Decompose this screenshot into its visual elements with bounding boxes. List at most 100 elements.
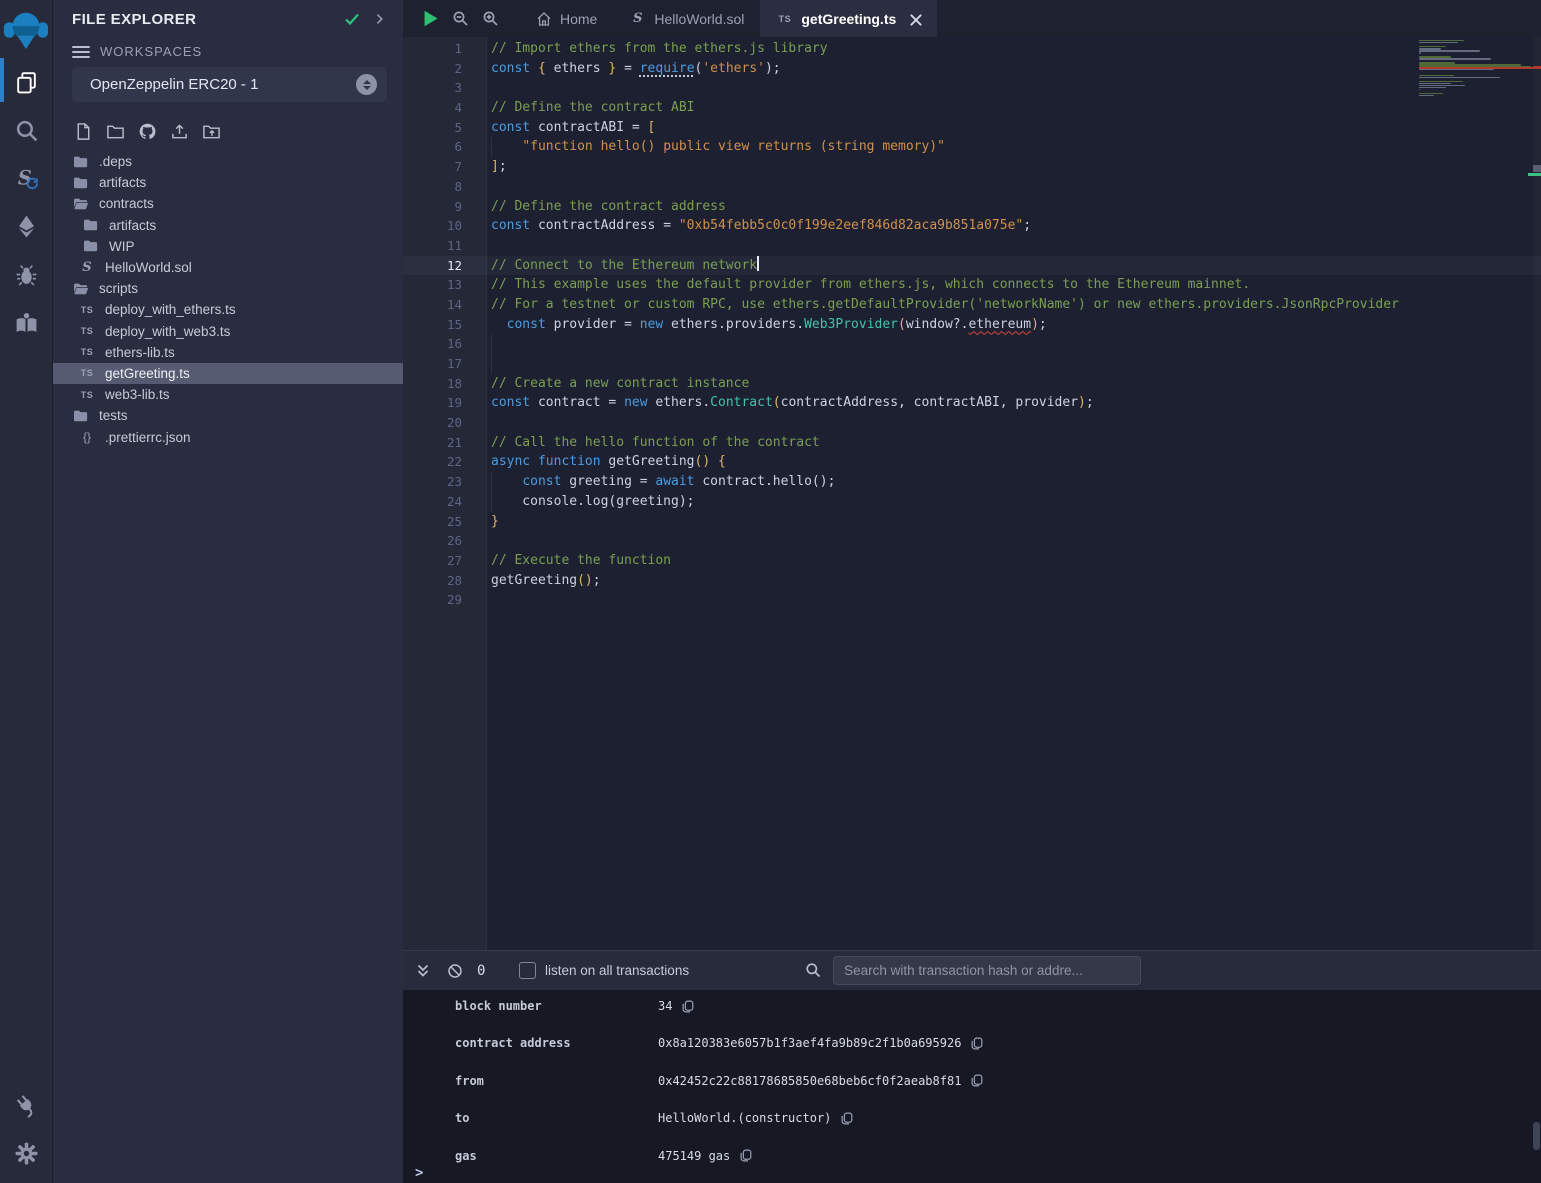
tab-helloworld-sol[interactable]: SHelloWorld.sol: [613, 0, 760, 37]
code-line-7[interactable]: 7];: [403, 157, 1541, 177]
code-line-24[interactable]: 24 console.log(greeting);: [403, 492, 1541, 512]
terminal-collapse-icon[interactable]: [411, 959, 435, 983]
code-line-28[interactable]: 28getGreeting();: [403, 571, 1541, 591]
tree-item-deploy-with-web3-ts[interactable]: TSdeploy_with_web3.ts: [53, 321, 403, 342]
workspace-stepper-icon[interactable]: [356, 74, 377, 95]
upload-folder-icon[interactable]: [202, 122, 221, 141]
listen-all-transactions-checkbox[interactable]: [519, 962, 536, 979]
terminal-scrollbar-thumb[interactable]: [1533, 1122, 1540, 1150]
activity-search-icon[interactable]: [0, 106, 53, 154]
activity-deploy-run-icon[interactable]: [0, 202, 53, 250]
panel-collapse-icon[interactable]: [373, 12, 387, 26]
tree-item--deps[interactable]: .deps: [53, 151, 403, 172]
listen-all-transactions-label[interactable]: listen on all transactions: [545, 963, 689, 978]
code-line-22[interactable]: 22async function getGreeting() {: [403, 452, 1541, 472]
code-line-12[interactable]: 12// Connect to the Ethereum network: [403, 256, 1541, 276]
tree-item-web3-lib-ts[interactable]: TSweb3-lib.ts: [53, 384, 403, 405]
tab-getgreeting-ts[interactable]: TSgetGreeting.ts: [760, 0, 937, 37]
tx-detail-row: toHelloWorld.(constructor): [403, 1111, 1541, 1148]
copy-icon[interactable]: [840, 1112, 853, 1125]
code-line-21[interactable]: 21// Call the hello function of the cont…: [403, 433, 1541, 453]
zoom-in-icon[interactable]: [475, 4, 505, 34]
minimap[interactable]: [1419, 40, 1533, 99]
new-folder-icon[interactable]: [106, 122, 125, 141]
file-tree: .depsartifactscontractsartifactsWIPSHell…: [53, 151, 403, 448]
code-line-27[interactable]: 27// Execute the function: [403, 551, 1541, 571]
code-line-13[interactable]: 13// This example uses the default provi…: [403, 275, 1541, 295]
tab-close-icon[interactable]: [908, 12, 921, 25]
upload-file-icon[interactable]: [170, 122, 189, 141]
minimap-line: [1419, 70, 1533, 71]
line-number: 29: [403, 590, 487, 610]
tree-item-contracts[interactable]: contracts: [53, 193, 403, 214]
line-content: [487, 531, 491, 551]
tree-item--prettierrc-json[interactable]: {}.prettierrc.json: [53, 426, 403, 447]
activity-file-explorer-icon[interactable]: [0, 58, 53, 106]
terminal-prompt[interactable]: >: [415, 1165, 423, 1181]
tree-item-wip[interactable]: WIP: [53, 236, 403, 257]
code-line-26[interactable]: 26: [403, 531, 1541, 551]
code-line-14[interactable]: 14// For a testnet or custom RPC, use et…: [403, 295, 1541, 315]
activity-settings-icon[interactable]: [0, 1129, 53, 1177]
activity-remix-logo-icon[interactable]: [0, 2, 53, 58]
workspace-select[interactable]: OpenZeppelin ERC20 - 1: [72, 67, 387, 102]
code-line-11[interactable]: 11: [403, 236, 1541, 256]
github-icon[interactable]: [138, 122, 157, 141]
new-file-icon[interactable]: [74, 122, 93, 141]
line-content: // Import ethers from the ethers.js libr…: [487, 39, 828, 59]
workspace-ok-icon[interactable]: [343, 10, 361, 28]
activity-solidity-compiler-icon[interactable]: S: [0, 154, 53, 202]
tree-item-getgreeting-ts[interactable]: TSgetGreeting.ts: [53, 363, 403, 384]
tx-detail-row: gas475149 gas: [403, 1149, 1541, 1183]
tree-item-artifacts[interactable]: artifacts: [53, 215, 403, 236]
pending-tx-count: 0: [477, 963, 487, 979]
code-editor[interactable]: 1// Import ethers from the ethers.js lib…: [403, 37, 1541, 950]
tab-home[interactable]: Home: [519, 0, 613, 37]
tree-item-scripts[interactable]: scripts: [53, 278, 403, 299]
minimap-line: [1419, 93, 1443, 94]
code-line-15[interactable]: 15 const provider = new ethers.providers…: [403, 315, 1541, 335]
code-line-9[interactable]: 9// Define the contract address: [403, 197, 1541, 217]
activity-plugin-manager-icon[interactable]: [0, 1081, 53, 1129]
copy-icon[interactable]: [970, 1074, 983, 1087]
minimap-line: [1419, 73, 1533, 74]
editor-scrollbar-thumb[interactable]: [1533, 165, 1541, 172]
code-line-23[interactable]: 23 const greeting = await contract.hello…: [403, 472, 1541, 492]
code-line-10[interactable]: 10const contractAddress = "0xb54febb5c0c…: [403, 216, 1541, 236]
tree-item-helloworld-sol[interactable]: SHelloWorld.sol: [53, 257, 403, 278]
activity-unit-testing-icon[interactable]: [0, 298, 53, 346]
code-line-1[interactable]: 1// Import ethers from the ethers.js lib…: [403, 39, 1541, 59]
code-line-5[interactable]: 5const contractABI = [: [403, 118, 1541, 138]
line-number: 17: [403, 354, 487, 374]
zoom-out-icon[interactable]: [445, 4, 475, 34]
tree-item-tests[interactable]: tests: [53, 405, 403, 426]
code-line-25[interactable]: 25}: [403, 512, 1541, 532]
copy-icon[interactable]: [739, 1149, 752, 1162]
tree-item-artifacts[interactable]: artifacts: [53, 172, 403, 193]
tree-item-deploy-with-ethers-ts[interactable]: TSdeploy_with_ethers.ts: [53, 299, 403, 320]
code-line-18[interactable]: 18// Create a new contract instance: [403, 374, 1541, 394]
line-content: const contractABI = [: [487, 118, 655, 138]
code-line-17[interactable]: 17: [403, 354, 1541, 374]
tree-item-label: ethers-lib.ts: [105, 345, 175, 360]
run-script-button[interactable]: [415, 4, 445, 34]
ts-icon: TS: [78, 305, 96, 315]
tx-detail-value: 0x8a120383e6057b1f3aef4fa9b89c2f1b0a6959…: [658, 1036, 983, 1050]
code-line-20[interactable]: 20: [403, 413, 1541, 433]
code-line-19[interactable]: 19const contract = new ethers.Contract(c…: [403, 393, 1541, 413]
tree-item-ethers-lib-ts[interactable]: TSethers-lib.ts: [53, 342, 403, 363]
code-line-4[interactable]: 4// Define the contract ABI: [403, 98, 1541, 118]
activity-debugger-icon[interactable]: [0, 250, 53, 298]
workspaces-menu-icon[interactable]: [72, 46, 90, 58]
code-line-29[interactable]: 29: [403, 590, 1541, 610]
copy-icon[interactable]: [681, 1000, 694, 1013]
code-line-3[interactable]: 3: [403, 78, 1541, 98]
terminal-search-input[interactable]: [833, 956, 1141, 985]
code-line-6[interactable]: 6 "function hello() public view returns …: [403, 137, 1541, 157]
code-line-16[interactable]: 16: [403, 334, 1541, 354]
copy-icon[interactable]: [970, 1037, 983, 1050]
code-line-2[interactable]: 2const { ethers } = require('ethers');: [403, 59, 1541, 79]
code-line-8[interactable]: 8: [403, 177, 1541, 197]
line-number: 18: [403, 374, 487, 394]
clear-console-icon[interactable]: [443, 959, 467, 983]
